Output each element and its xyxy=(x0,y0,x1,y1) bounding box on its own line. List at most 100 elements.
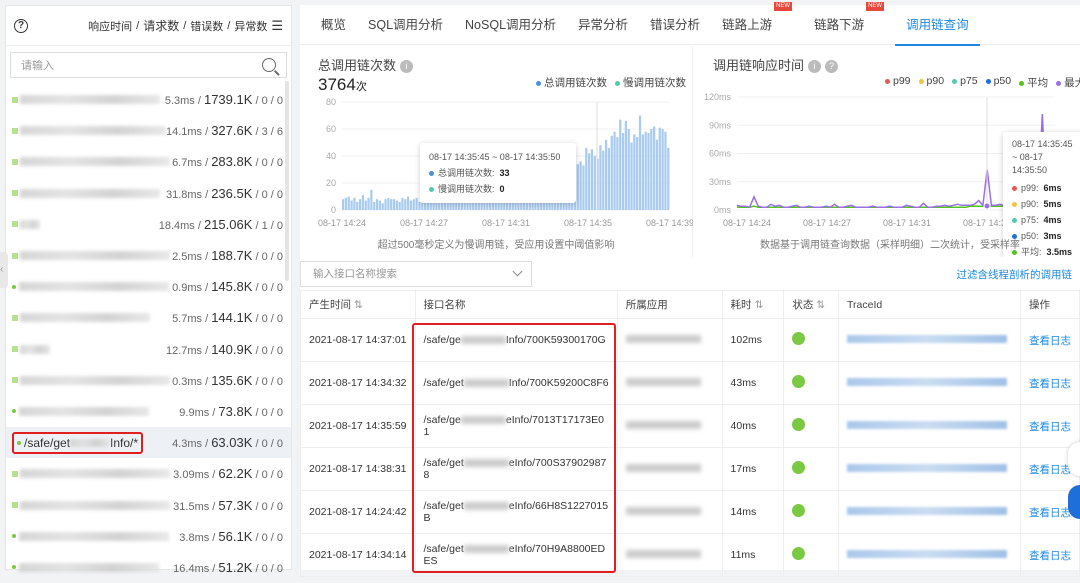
tab-2[interactable]: NoSQL调用分析 xyxy=(454,5,567,45)
app-cell xyxy=(616,361,723,405)
interface-cell: /safe/get eInfo/66H8S1227015B xyxy=(414,490,618,534)
tooltip-row: p75: 4ms xyxy=(1012,212,1080,228)
legend-item[interactable]: p75 xyxy=(952,75,978,90)
endpoint-list-item[interactable]: 31.8ms / 236.5K / 0 / 0 xyxy=(6,178,291,209)
endpoint-name-redacted xyxy=(19,406,149,416)
endpoint-stats: 0.9ms / 145.8K / 0 / 0 xyxy=(172,279,283,295)
bar xyxy=(641,134,644,210)
question-icon[interactable]: ? xyxy=(825,60,839,74)
bar xyxy=(384,199,387,210)
bar xyxy=(585,147,588,210)
legend-item[interactable]: 最大 xyxy=(1056,75,1080,90)
endpoint-list-item[interactable]: /safe/get Info/* 4.3ms / 63.03K / 0 / 0 xyxy=(6,427,291,459)
endpoint-list-item[interactable]: 2.5ms / 188.7K / 0 / 0 xyxy=(6,240,291,271)
filter-thread-profiling-link[interactable]: 过滤含线程剖析的调用链 xyxy=(957,267,1073,282)
feedback-button[interactable] xyxy=(1068,442,1080,476)
bar xyxy=(356,201,359,210)
view-log-link[interactable]: 查看日志 xyxy=(1020,318,1080,362)
table-row[interactable]: 2021-08-17 14:37:01 /safe/ge Info/700K593… xyxy=(300,318,1080,362)
search-icon[interactable] xyxy=(262,58,276,72)
bar xyxy=(370,189,373,210)
tab-6[interactable]: 链路下游NEW xyxy=(803,1,895,45)
traceid-cell[interactable] xyxy=(838,318,1021,362)
status-success-icon xyxy=(792,418,806,431)
endpoint-list-item[interactable]: 31.5ms / 57.3K / 0 / 0 xyxy=(6,489,291,520)
column-header[interactable]: 产生时间 ⇅ xyxy=(300,290,416,319)
tab-3[interactable]: 异常分析 xyxy=(567,5,639,45)
x-tick-label: 08-17 14:24 xyxy=(723,218,771,228)
endpoint-list-item[interactable]: 5.7ms / 144.1K / 0 / 0 xyxy=(6,302,291,333)
bar xyxy=(619,119,622,210)
tab-7[interactable]: 调用链查询 xyxy=(895,5,980,46)
traceid-cell[interactable] xyxy=(838,490,1021,534)
table-row[interactable]: 2021-08-17 14:34:14 /safe/get eInfo/70H9A… xyxy=(300,533,1080,577)
legend-slow[interactable]: 慢调用链次数 xyxy=(615,75,686,90)
new-badge: NEW xyxy=(774,1,793,11)
endpoint-list-item[interactable]: 18.4ms / 215.06K / 1 / 0 xyxy=(6,209,291,240)
endpoint-name-redacted xyxy=(20,500,170,510)
bar xyxy=(613,131,616,210)
endpoint-list-item[interactable]: 0.3ms / 135.6K / 0 / 0 xyxy=(6,365,291,396)
endpoint-name-redacted xyxy=(20,188,160,198)
endpoint-stats: 18.4ms / 215.06K / 1 / 0 xyxy=(158,216,283,232)
tab-4[interactable]: 错误分析 xyxy=(639,5,711,45)
sort-order-icon[interactable]: ☰ xyxy=(271,18,283,34)
endpoint-list-item[interactable]: 14.1ms / 327.6K / 3 / 6 xyxy=(6,115,291,146)
legend-item[interactable]: p50 xyxy=(985,75,1011,90)
bar xyxy=(381,203,384,210)
info-icon[interactable]: i xyxy=(400,60,414,74)
status-indicator xyxy=(12,284,16,289)
endpoint-list-item[interactable]: 12.7ms / 140.9K / 0 / 0 xyxy=(6,334,291,365)
info-icon[interactable]: i xyxy=(808,60,822,74)
column-header[interactable]: 耗时 ⇅ xyxy=(721,290,785,319)
legend-item[interactable]: p90 xyxy=(918,75,944,90)
table-row[interactable]: 2021-08-17 14:38:31 /safe/get eInfo/700S3… xyxy=(300,447,1080,491)
scrollbar[interactable] xyxy=(285,81,289,281)
bar xyxy=(347,196,350,210)
endpoint-stats: 3.8ms / 56.1K / 0 / 0 xyxy=(179,528,283,544)
view-log-link[interactable]: 查看日志 xyxy=(1020,533,1080,577)
table-row[interactable]: 2021-08-17 14:24:42 /safe/get eInfo/66H8S… xyxy=(300,490,1080,534)
endpoint-list-item[interactable]: 16.4ms / 51.2K / 0 / 0 xyxy=(6,552,291,583)
tab-0[interactable]: 概览 xyxy=(310,5,357,45)
x-tick-label: 08-17 14:27 xyxy=(400,218,448,228)
collapse-panel-button[interactable]: ‹ xyxy=(0,252,8,288)
column-header[interactable]: 状态 ⇅ xyxy=(783,290,840,319)
tooltip-range: 08-17 14:35:45 ~ 08-17 14:35:50 xyxy=(1012,139,1073,175)
help-icon[interactable]: ? xyxy=(14,18,28,33)
traceid-cell[interactable] xyxy=(838,533,1021,577)
view-log-link[interactable]: 查看日志 xyxy=(1020,361,1080,405)
legend-item[interactable]: p99 xyxy=(885,75,911,90)
legend-total[interactable]: 总调用链次数 xyxy=(536,75,607,90)
table-row[interactable]: 2021-08-17 14:34:32 /safe/get Info/700K59… xyxy=(300,361,1080,405)
traceid-cell[interactable] xyxy=(838,404,1021,448)
bar xyxy=(579,161,582,210)
endpoint-stats: 0.3ms / 135.6K / 0 / 0 xyxy=(172,372,283,388)
traceid-cell[interactable] xyxy=(838,447,1021,491)
endpoint-list-item[interactable]: 3.09ms / 62.2K / 0 / 0 xyxy=(6,458,291,489)
sort-response-time[interactable]: 响应时间 xyxy=(88,18,132,34)
table-row[interactable]: 2021-08-17 14:35:59 /safe/ge eInfo/7013T1… xyxy=(300,404,1080,448)
tab-5[interactable]: 链路上游NEW xyxy=(711,1,803,45)
endpoint-list-item[interactable]: 0.9ms / 145.8K / 0 / 0 xyxy=(6,271,291,302)
interface-search-select[interactable]: 输入接口名称搜索 xyxy=(300,261,532,287)
assistant-button[interactable] xyxy=(1068,485,1080,519)
traceid-cell[interactable] xyxy=(838,361,1021,405)
endpoint-list-item[interactable]: 9.9ms / 73.8K / 0 / 0 xyxy=(6,396,291,427)
main-panel: 概览 SQL调用分析 NoSQL调用分析 异常分析 错误分析 链路上游NEW 链路下游NEW… xyxy=(300,1,1080,577)
tab-1[interactable]: SQL调用分析 xyxy=(357,5,454,45)
endpoint-search-input[interactable]: 请输入 xyxy=(10,52,287,78)
sort-errors[interactable]: 错误数 xyxy=(190,18,223,34)
bar xyxy=(344,197,348,210)
tooltip-range: 08-17 14:35:45 ~ 08-17 14:35:50 xyxy=(429,152,561,162)
sort-requests[interactable]: 请求数 xyxy=(143,17,179,34)
legend-item[interactable]: 平均 xyxy=(1019,75,1048,90)
sort-exceptions[interactable]: 异常数 xyxy=(234,18,267,34)
bar xyxy=(616,137,619,210)
endpoint-list-item[interactable]: 3.8ms / 56.1K / 0 / 0 xyxy=(6,521,291,552)
endpoint-stats: 9.9ms / 73.8K / 0 / 0 xyxy=(179,403,283,419)
endpoint-list-item[interactable]: 6.7ms / 283.8K / 0 / 0 xyxy=(6,146,291,177)
y-tick-label: 60ms xyxy=(709,149,732,159)
endpoint-list-item[interactable]: 5.3ms / 1739.1K / 0 / 0 xyxy=(6,84,291,115)
view-log-link[interactable]: 查看日志 xyxy=(1020,404,1080,448)
